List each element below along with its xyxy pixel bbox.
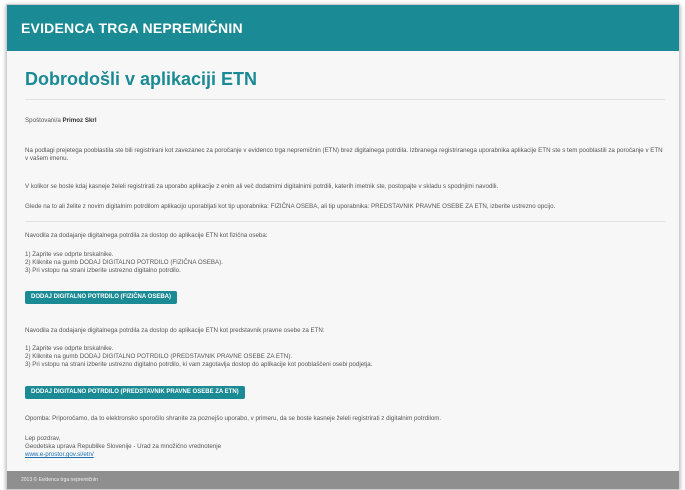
link-wrap: www.e-prostor.gov.si/etn/ bbox=[25, 451, 667, 459]
add-certificate-physical-button[interactable]: DODAJ DIGITALNO POTRDILO (FIZIČNA OSEBA) bbox=[25, 291, 177, 304]
step-1: 1) Zaprite vse odprte brskalnike. bbox=[25, 251, 114, 258]
add-certificate-legal-button[interactable]: DODAJ DIGITALNO POTRDILO (PREDSTAVNIK PR… bbox=[25, 386, 245, 399]
note: Opomba: Priporočamo, da to elektronsko s… bbox=[25, 415, 442, 422]
divider bbox=[25, 221, 665, 222]
footer-bar: 2013 © Evidenca trga nepremičnin bbox=[7, 471, 679, 489]
app-window: EVIDENCA TRGA NEPREMIČNIN Dobrodošli v a… bbox=[6, 4, 680, 490]
step-3: 3) Pri vstopu na strani izberite ustrezn… bbox=[25, 361, 373, 368]
copyright: 2013 © Evidenca trga nepremičnin bbox=[21, 477, 98, 483]
greeting: Spoštovani/a Primoz Skrl bbox=[25, 117, 667, 125]
greeting-name: Primoz Skrl bbox=[62, 117, 97, 124]
website-link[interactable]: www.e-prostor.gov.si/etn/ bbox=[25, 451, 94, 458]
page-title: Dobrodošli v aplikaciji ETN bbox=[25, 69, 258, 89]
paragraph-registration: Na podlagi prejetega pooblastila ste bil… bbox=[25, 147, 663, 162]
header-bar: EVIDENCA TRGA NEPREMIČNIN bbox=[7, 5, 679, 51]
step-2: 2) Kliknite na gumb DODAJ DIGITALNO POTR… bbox=[25, 353, 293, 360]
closing: Lep pozdrav, bbox=[25, 435, 61, 442]
main-content: Dobrodošli v aplikaciji ETN Spoštovani/a… bbox=[7, 51, 679, 471]
signature: Geodetska uprava Republike Slovenije - U… bbox=[25, 443, 222, 450]
greeting-prefix: Spoštovani/a bbox=[25, 117, 61, 124]
divider bbox=[25, 99, 665, 100]
section-physical-intro: Navodila za dodajanje digitalnega potrdi… bbox=[25, 232, 268, 239]
app-title: EVIDENCA TRGA NEPREMIČNIN bbox=[21, 20, 243, 36]
paragraph-additional: V kolikor se boste kdaj kasneje želeli r… bbox=[25, 183, 499, 190]
section-legal-intro: Navodila za dodajanje digitalnega potrdi… bbox=[25, 327, 325, 334]
step-3: 3) Pri vstopu na strani izberite ustrezn… bbox=[25, 267, 181, 274]
paragraph-choice: Glede na to ali želite z novim digitalni… bbox=[25, 203, 556, 210]
step-2: 2) Kliknite na gumb DODAJ DIGITALNO POTR… bbox=[25, 259, 223, 266]
step-1: 1) Zaprite vse odprte brskalnike. bbox=[25, 345, 114, 352]
